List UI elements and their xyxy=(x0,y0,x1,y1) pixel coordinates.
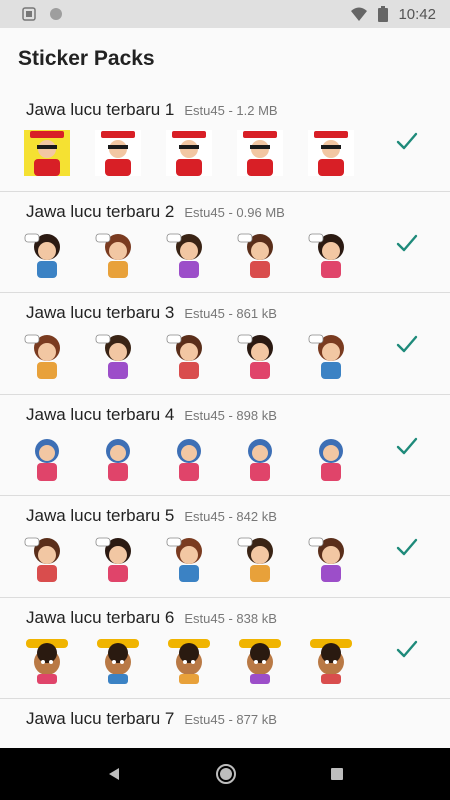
sticker-thumbnail xyxy=(306,534,356,584)
sticker-thumbnail xyxy=(22,433,72,483)
check-icon[interactable] xyxy=(396,536,418,558)
sticker-thumbnail xyxy=(235,534,285,584)
sticker-thumbnail xyxy=(22,636,72,686)
sticker-thumbnail xyxy=(22,331,72,381)
page-title: Sticker Packs xyxy=(18,47,155,70)
check-icon[interactable] xyxy=(396,130,418,152)
sticker-thumbnail xyxy=(93,636,143,686)
sticker-thumbnail xyxy=(22,128,72,178)
sticker-thumbnail xyxy=(235,433,285,483)
pack-header: Jawa lucu terbaru 6 Estu45 - 838 kB xyxy=(26,608,277,628)
pack-name: Jawa lucu terbaru 7 xyxy=(26,709,175,728)
sticker-thumbnail xyxy=(93,128,143,178)
pack-header: Jawa lucu terbaru 7 Estu45 - 877 kB xyxy=(26,709,277,729)
sticker-thumbnail xyxy=(235,128,285,178)
sticker-thumbnail xyxy=(306,636,356,686)
navigation-bar xyxy=(0,748,450,800)
sticker-thumbnail xyxy=(93,331,143,381)
pack-name: Jawa lucu terbaru 2 xyxy=(26,201,175,221)
sticker-pack-row[interactable]: Jawa lucu terbaru 2 Estu45 - 0.96 MB xyxy=(0,192,450,293)
pack-header: Jawa lucu terbaru 4 Estu45 - 898 kB xyxy=(26,405,277,425)
check-icon[interactable] xyxy=(396,333,418,355)
sticker-thumbnail xyxy=(164,128,214,178)
sticker-thumbnail xyxy=(22,534,72,584)
pack-name: Jawa lucu terbaru 6 xyxy=(26,607,175,627)
sticker-thumbnail xyxy=(93,230,143,280)
pack-name: Jawa lucu terbaru 5 xyxy=(26,506,175,525)
sticker-preview-strip xyxy=(22,128,356,178)
pack-header: Jawa lucu terbaru 5 Estu45 - 842 kB xyxy=(26,506,277,526)
sticker-preview-strip xyxy=(22,433,356,483)
sticker-pack-row[interactable]: Jawa lucu terbaru 7 Estu45 - 877 kB xyxy=(0,699,450,748)
circle-icon xyxy=(50,8,62,20)
sticker-thumbnail xyxy=(93,534,143,584)
pack-name: Jawa lucu terbaru 1 xyxy=(26,100,175,119)
sticker-preview-strip xyxy=(22,636,356,686)
status-bar-right: 10:42 xyxy=(350,6,436,23)
sticker-thumbnail xyxy=(93,433,143,483)
sticker-preview-strip xyxy=(22,331,356,381)
sticker-thumbnail xyxy=(235,636,285,686)
pack-meta: Estu45 - 1.2 MB xyxy=(184,103,278,118)
sticker-thumbnail xyxy=(164,534,214,584)
home-icon[interactable] xyxy=(215,763,237,785)
image-icon xyxy=(22,7,36,21)
check-icon[interactable] xyxy=(396,638,418,660)
pack-meta: Estu45 - 838 kB xyxy=(184,610,277,626)
pack-header: Jawa lucu terbaru 1 Estu45 - 1.2 MB xyxy=(26,100,278,120)
sticker-pack-row[interactable]: Jawa lucu terbaru 5 Estu45 - 842 kB xyxy=(0,496,450,598)
pack-meta: Estu45 - 898 kB xyxy=(184,407,277,423)
sticker-thumbnail xyxy=(164,636,214,686)
pack-name: Jawa lucu terbaru 4 xyxy=(26,404,175,424)
sticker-pack-row[interactable]: Jawa lucu terbaru 1 Estu45 - 1.2 MB xyxy=(0,90,450,192)
recents-icon[interactable] xyxy=(330,767,344,781)
sticker-thumbnail xyxy=(235,230,285,280)
sticker-pack-list[interactable]: Jawa lucu terbaru 1 Estu45 - 1.2 MB Jawa l… xyxy=(0,90,450,748)
sticker-thumbnail xyxy=(306,128,356,178)
sticker-preview-strip xyxy=(22,230,356,280)
sticker-thumbnail xyxy=(164,230,214,280)
pack-meta: Estu45 - 842 kB xyxy=(184,509,277,524)
pack-meta: Estu45 - 861 kB xyxy=(184,306,277,321)
status-time: 10:42 xyxy=(398,5,436,23)
sticker-pack-row[interactable]: Jawa lucu terbaru 3 Estu45 - 861 kB xyxy=(0,293,450,395)
back-icon[interactable] xyxy=(106,766,122,782)
sticker-preview-strip xyxy=(22,534,356,584)
status-bar: 10:42 xyxy=(0,0,450,28)
sticker-thumbnail xyxy=(306,230,356,280)
sticker-thumbnail xyxy=(164,433,214,483)
pack-header: Jawa lucu terbaru 2 Estu45 - 0.96 MB xyxy=(26,202,285,222)
sticker-pack-row[interactable]: Jawa lucu terbaru 4 Estu45 - 898 kB xyxy=(0,395,450,496)
status-bar-left xyxy=(22,6,64,22)
check-icon[interactable] xyxy=(396,232,418,254)
pack-meta: Estu45 - 0.96 MB xyxy=(184,204,285,220)
battery-icon xyxy=(378,6,389,22)
app-bar: Sticker Packs xyxy=(0,28,450,90)
pack-header: Jawa lucu terbaru 3 Estu45 - 861 kB xyxy=(26,303,277,323)
pack-meta: Estu45 - 877 kB xyxy=(184,712,277,727)
check-icon[interactable] xyxy=(396,435,418,457)
sticker-thumbnail xyxy=(235,331,285,381)
pack-name: Jawa lucu terbaru 3 xyxy=(26,303,175,322)
sticker-thumbnail xyxy=(306,331,356,381)
sticker-thumbnail xyxy=(306,433,356,483)
sticker-thumbnail xyxy=(164,331,214,381)
sticker-pack-row[interactable]: Jawa lucu terbaru 6 Estu45 - 838 kB xyxy=(0,598,450,699)
sticker-thumbnail xyxy=(22,230,72,280)
wifi-icon xyxy=(351,7,368,21)
